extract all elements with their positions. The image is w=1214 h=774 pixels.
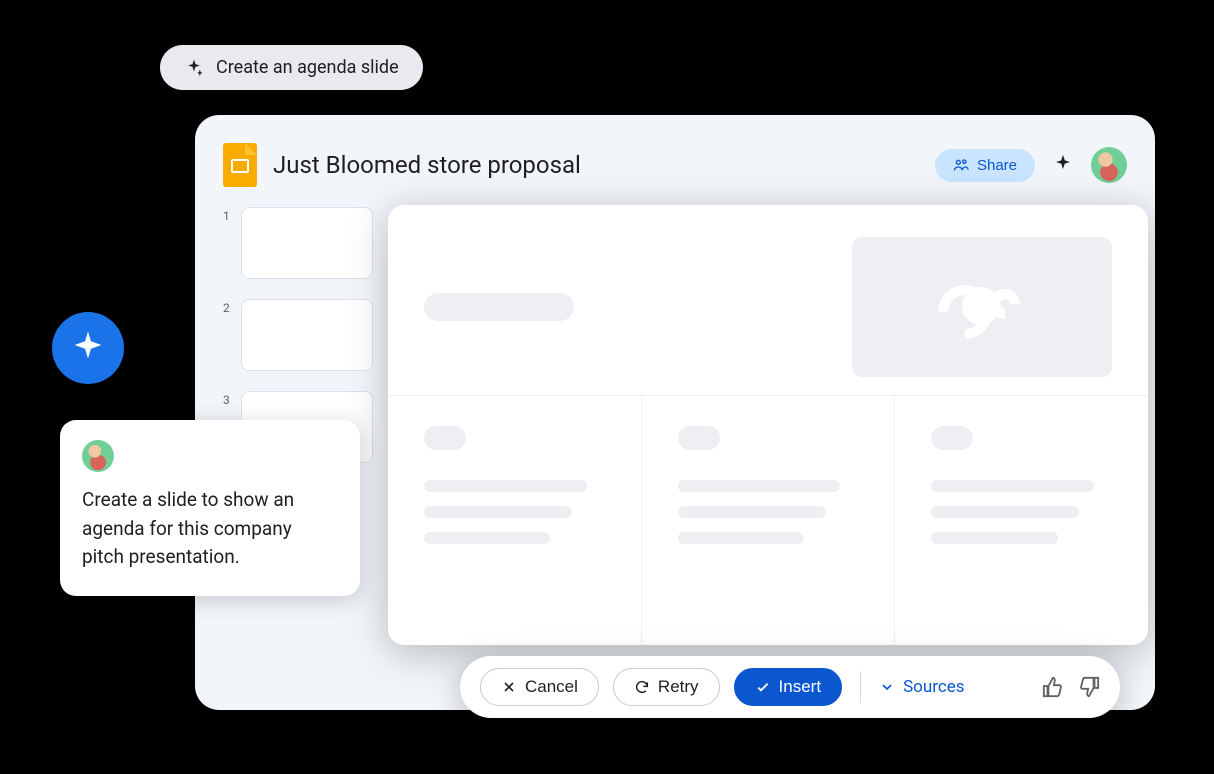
cancel-button-label: Cancel <box>525 677 578 697</box>
refresh-icon <box>634 679 650 695</box>
prompt-text: Create a slide to show an agenda for thi… <box>82 486 338 572</box>
placeholder-pill <box>678 426 720 450</box>
thumbs-up-button[interactable] <box>1042 676 1064 698</box>
sparkle-icon <box>184 58 204 78</box>
preview-column <box>642 396 896 645</box>
insert-button-label: Insert <box>779 677 822 697</box>
generated-slide-preview <box>388 205 1148 645</box>
thumbs-up-icon <box>1042 676 1064 698</box>
share-button[interactable]: Share <box>935 149 1035 182</box>
placeholder-line <box>931 480 1094 492</box>
placeholder-line <box>678 480 841 492</box>
thumbnail-number: 2 <box>223 299 233 315</box>
placeholder-line <box>678 532 804 544</box>
placeholder-title <box>424 293 574 321</box>
user-prompt-card: Create a slide to show an agenda for thi… <box>60 420 360 596</box>
thumbnail-number: 3 <box>223 391 233 407</box>
generation-action-bar: Cancel Retry Insert Sources <box>460 656 1120 718</box>
thumbnail-row[interactable]: 2 <box>223 299 373 371</box>
suggestion-chip[interactable]: Create an agenda slide <box>160 45 423 90</box>
retry-button[interactable]: Retry <box>613 668 720 706</box>
gemini-badge <box>52 312 124 384</box>
account-avatar[interactable] <box>1091 147 1127 183</box>
thumbs-down-button[interactable] <box>1078 676 1100 698</box>
retry-button-label: Retry <box>658 677 699 697</box>
placeholder-line <box>424 532 550 544</box>
close-icon <box>501 679 517 695</box>
app-header: Just Bloomed store proposal Share <box>223 139 1127 191</box>
gemini-sparkle-icon[interactable] <box>1051 153 1075 177</box>
thumbnail-number: 1 <box>223 207 233 223</box>
insert-button[interactable]: Insert <box>734 668 843 706</box>
document-title[interactable]: Just Bloomed store proposal <box>273 151 919 179</box>
placeholder-logo-icon <box>942 283 1022 331</box>
placeholder-line <box>424 480 587 492</box>
thumbnail-row[interactable]: 1 <box>223 207 373 279</box>
cancel-button[interactable]: Cancel <box>480 668 599 706</box>
sparkle-icon <box>70 330 106 366</box>
preview-column <box>895 396 1148 645</box>
sources-label: Sources <box>903 677 964 697</box>
placeholder-line <box>931 532 1057 544</box>
suggestion-chip-label: Create an agenda slide <box>216 57 399 78</box>
placeholder-pill <box>931 426 973 450</box>
preview-header-area <box>388 205 1148 395</box>
slides-logo-icon <box>223 143 257 187</box>
user-avatar <box>82 440 114 472</box>
placeholder-line <box>424 506 572 518</box>
preview-columns <box>388 395 1148 645</box>
people-icon <box>953 157 969 173</box>
preview-column <box>388 396 642 645</box>
feedback-icons <box>1042 676 1100 698</box>
check-icon <box>755 679 771 695</box>
placeholder-image <box>852 237 1112 377</box>
share-button-label: Share <box>977 157 1017 174</box>
divider <box>860 671 861 703</box>
chevron-down-icon <box>879 679 895 695</box>
placeholder-line <box>678 506 826 518</box>
placeholder-line <box>931 506 1079 518</box>
placeholder-pill <box>424 426 466 450</box>
thumbs-down-icon <box>1078 676 1100 698</box>
slide-thumbnail[interactable] <box>241 207 373 279</box>
slide-thumbnail[interactable] <box>241 299 373 371</box>
sources-dropdown[interactable]: Sources <box>879 677 964 697</box>
